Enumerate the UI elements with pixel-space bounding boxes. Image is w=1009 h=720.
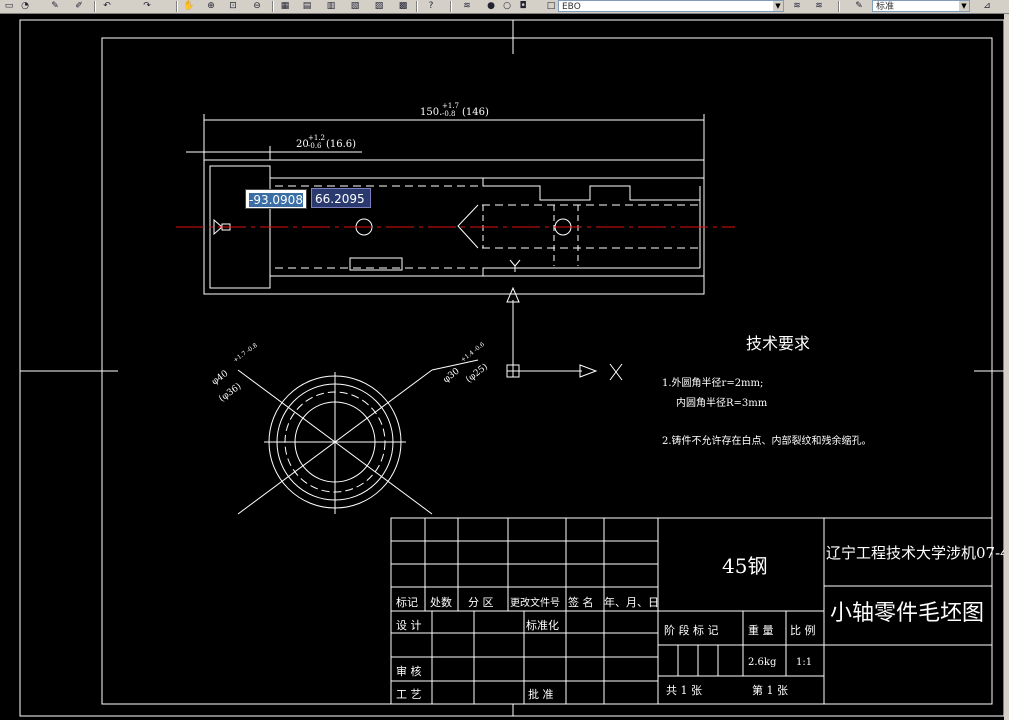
- svg-text:比 例: 比 例: [790, 623, 816, 637]
- svg-text:年、月、日: 年、月、日: [604, 595, 659, 609]
- separator: [450, 1, 452, 12]
- style-combo-value: 标准: [876, 2, 895, 12]
- style-icon[interactable]: ✎: [852, 0, 866, 13]
- sun-icon[interactable]: ○: [500, 0, 514, 13]
- part-name: 小轴零件毛坯图: [830, 601, 984, 626]
- dim-style-icon[interactable]: ⊿: [980, 0, 994, 13]
- layer-previous-icon[interactable]: ≋: [812, 0, 826, 13]
- layer-manager-icon[interactable]: ≋: [460, 0, 474, 13]
- zoom-window-icon[interactable]: ⊡: [226, 0, 240, 13]
- svg-text:批 准: 批 准: [528, 687, 554, 701]
- svg-text:第 1 张: 第 1 张: [752, 683, 788, 697]
- svg-text:+1.2: +1.2: [308, 134, 325, 142]
- new-icon[interactable]: ▭: [2, 0, 16, 13]
- svg-text:2.6kg: 2.6kg: [748, 657, 777, 668]
- svg-text:分 区: 分 区: [468, 596, 494, 609]
- color-swatch-icon[interactable]: □: [544, 0, 558, 13]
- light-bulb-icon[interactable]: ●: [484, 0, 498, 13]
- svg-text:-0.6: -0.6: [308, 142, 322, 150]
- svg-text:1.外圆角半径r=2mm;: 1.外圆角半径r=2mm;: [662, 376, 763, 389]
- svg-text:150.: 150.: [420, 107, 442, 118]
- requirements-title: 技术要求: [746, 334, 810, 353]
- markup-icon[interactable]: ▨: [372, 0, 386, 13]
- svg-text:处数: 处数: [430, 596, 452, 609]
- sheet-set-icon[interactable]: ▧: [348, 0, 362, 13]
- svg-text:-0.8: -0.8: [442, 110, 456, 118]
- svg-text:签 名: 签 名: [568, 595, 594, 609]
- brush-icon[interactable]: ✐: [72, 0, 86, 13]
- tool-palette-icon[interactable]: ▥: [324, 0, 338, 13]
- zoom-realtime-icon[interactable]: ⊕: [204, 0, 218, 13]
- chevron-down-icon[interactable]: ▼: [959, 1, 969, 11]
- separator: [416, 1, 418, 12]
- help-icon[interactable]: ?: [424, 0, 438, 13]
- separator: [94, 1, 96, 12]
- calculator-icon[interactable]: ▩: [396, 0, 410, 13]
- svg-text:标记: 标记: [396, 595, 418, 609]
- svg-text:(146): (146): [462, 107, 489, 118]
- open-icon[interactable]: ◔: [18, 0, 32, 13]
- svg-text:内圆角半径R=3mm: 内圆角半径R=3mm: [676, 396, 768, 409]
- material: 45钢: [722, 554, 767, 578]
- svg-text:更改文件号: 更改文件号: [510, 596, 560, 609]
- svg-text:阶 段 标 记: 阶 段 标 记: [664, 623, 719, 637]
- separator: [272, 1, 274, 12]
- svg-text:共 1 张: 共 1 张: [666, 684, 702, 697]
- svg-text:审 核: 审 核: [396, 664, 422, 678]
- lock-icon[interactable]: ◘: [516, 0, 530, 13]
- redo-icon[interactable]: ↷: [140, 0, 154, 13]
- svg-text:1:1: 1:1: [796, 657, 812, 668]
- svg-text:重 量: 重 量: [748, 623, 774, 637]
- x-value: -93.0908: [249, 193, 303, 207]
- dynamic-input-y[interactable]: 66.2095: [311, 188, 371, 208]
- dynamic-input-x[interactable]: -93.0908: [245, 189, 307, 209]
- chevron-down-icon[interactable]: ▼: [773, 1, 783, 11]
- school: 辽宁工程技术大学涉机07-41: [826, 544, 1009, 562]
- separator: [838, 1, 840, 12]
- properties-icon[interactable]: ▦: [278, 0, 292, 13]
- separator: [176, 1, 178, 12]
- drawing-canvas[interactable]: 150. +1.7 -0.8 (146) 20 +1.2 -0.6 (16.6): [0, 14, 1009, 720]
- layer-combo[interactable]: EBO ▼: [558, 0, 784, 12]
- style-combo[interactable]: 标准 ▼: [872, 0, 970, 12]
- zoom-previous-icon[interactable]: ⊖: [250, 0, 264, 13]
- svg-text:标准化: 标准化: [526, 618, 559, 632]
- svg-text:20: 20: [296, 139, 309, 150]
- svg-text:2.铸件不允许存在白点、内部裂纹和残余缩孔。: 2.铸件不允许存在白点、内部裂纹和残余缩孔。: [662, 434, 872, 447]
- svg-text:工 艺: 工 艺: [396, 688, 422, 701]
- toolbar: ▭ ◔ ✎ ✐ ↶ ↷ ✋ ⊕ ⊡ ⊖ ▦ ▤ ▥ ▧ ▨ ▩ ? ≋ ● ○ …: [0, 0, 1009, 14]
- vertical-scrollbar[interactable]: [1004, 14, 1009, 720]
- pan-icon[interactable]: ✋: [182, 0, 196, 13]
- svg-text:设 计: 设 计: [396, 619, 422, 632]
- svg-text:+1.7: +1.7: [442, 102, 459, 110]
- undo-icon[interactable]: ↶: [100, 0, 114, 13]
- pencil-icon[interactable]: ✎: [48, 0, 62, 13]
- layer-combo-value: EBO: [562, 2, 581, 12]
- layer-state-icon[interactable]: ≋: [790, 0, 804, 13]
- design-center-icon[interactable]: ▤: [300, 0, 314, 13]
- svg-text:(16.6): (16.6): [326, 139, 356, 150]
